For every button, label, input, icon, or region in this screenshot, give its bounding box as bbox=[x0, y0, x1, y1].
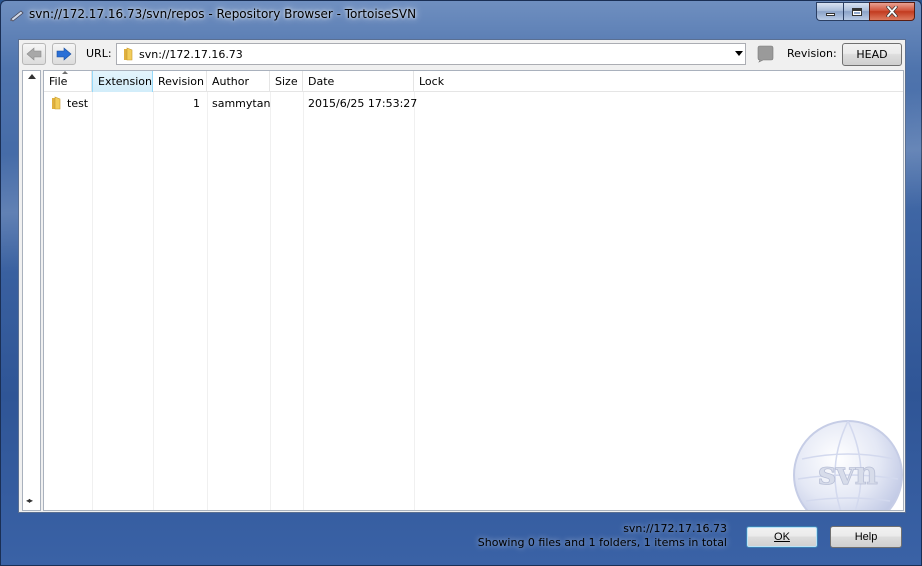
back-button[interactable] bbox=[22, 43, 46, 65]
column-gridlines bbox=[44, 92, 903, 510]
window-title: svn://172.17.16.73/svn/repos - Repositor… bbox=[29, 7, 417, 21]
cell-lock bbox=[414, 93, 474, 113]
svn-logo-text: svn bbox=[818, 454, 878, 492]
caption-buttons bbox=[816, 2, 915, 21]
column-header-revision[interactable]: Revision bbox=[153, 71, 207, 92]
column-header-date[interactable]: Date bbox=[303, 71, 414, 92]
toolbar: URL: svn://172.17.16.73 Revision: HEAD bbox=[19, 40, 905, 68]
show-log-button[interactable] bbox=[754, 44, 776, 64]
arrow-left-icon bbox=[26, 47, 42, 61]
chevron-down-icon[interactable] bbox=[735, 51, 743, 56]
column-header-author[interactable]: Author bbox=[207, 71, 270, 92]
revision-head-button[interactable]: HEAD bbox=[842, 43, 902, 66]
log-icon bbox=[757, 45, 774, 63]
status-summary: Showing 0 files and 1 folders, 1 items i… bbox=[477, 536, 727, 549]
svn-globe-logo: svn bbox=[793, 420, 903, 510]
revision-label: Revision: bbox=[787, 47, 837, 60]
table-row[interactable]: test 1 sammytan 2015/6/25 17:53:27 bbox=[44, 93, 903, 113]
column-header-extension[interactable]: Extension bbox=[92, 71, 153, 92]
cell-revision: 1 bbox=[193, 96, 200, 110]
arrow-right-icon bbox=[56, 47, 72, 61]
tortoisesvn-app-icon bbox=[10, 10, 24, 22]
sort-ascending-icon bbox=[62, 71, 68, 74]
scroll-left-right-icon[interactable]: ◂▸ bbox=[26, 496, 33, 505]
minimize-button[interactable] bbox=[816, 2, 843, 21]
title-bar[interactable]: svn://172.17.16.73/svn/repos - Repositor… bbox=[1, 1, 921, 29]
cell-extension bbox=[92, 93, 153, 113]
close-button[interactable] bbox=[869, 2, 915, 21]
client-area: URL: svn://172.17.16.73 Revision: HEAD ◂… bbox=[18, 39, 906, 513]
forward-button[interactable] bbox=[52, 43, 76, 65]
minimize-icon bbox=[825, 13, 835, 16]
scroll-up-icon[interactable] bbox=[28, 74, 36, 79]
url-label: URL: bbox=[86, 47, 112, 60]
folder-icon bbox=[124, 47, 133, 61]
maximize-button[interactable] bbox=[843, 2, 869, 21]
cell-file: test bbox=[44, 93, 92, 113]
cell-author: sammytan bbox=[212, 96, 271, 110]
window-frame: svn://172.17.16.73/svn/repos - Repositor… bbox=[0, 0, 922, 566]
repository-tree-pane[interactable]: ◂▸ bbox=[22, 70, 41, 511]
help-button[interactable]: Help bbox=[830, 526, 902, 548]
status-url: svn://172.17.16.73 bbox=[623, 522, 727, 535]
url-value: svn://172.17.16.73 bbox=[139, 48, 243, 61]
url-combobox[interactable]: svn://172.17.16.73 bbox=[116, 43, 746, 65]
ok-button[interactable]: OK bbox=[746, 526, 818, 548]
folder-icon bbox=[52, 96, 61, 110]
column-header-size[interactable]: Size bbox=[270, 71, 303, 92]
column-header-file[interactable]: File bbox=[44, 71, 92, 92]
list-header: File Extension Revision Author Size Date bbox=[44, 71, 903, 92]
cell-date: 2015/6/25 17:53:27 bbox=[308, 96, 418, 110]
column-header-lock[interactable]: Lock bbox=[414, 71, 474, 92]
maximize-icon bbox=[851, 7, 862, 16]
close-icon bbox=[886, 6, 898, 17]
file-list[interactable]: File Extension Revision Author Size Date bbox=[43, 70, 904, 511]
cell-size bbox=[270, 93, 303, 113]
